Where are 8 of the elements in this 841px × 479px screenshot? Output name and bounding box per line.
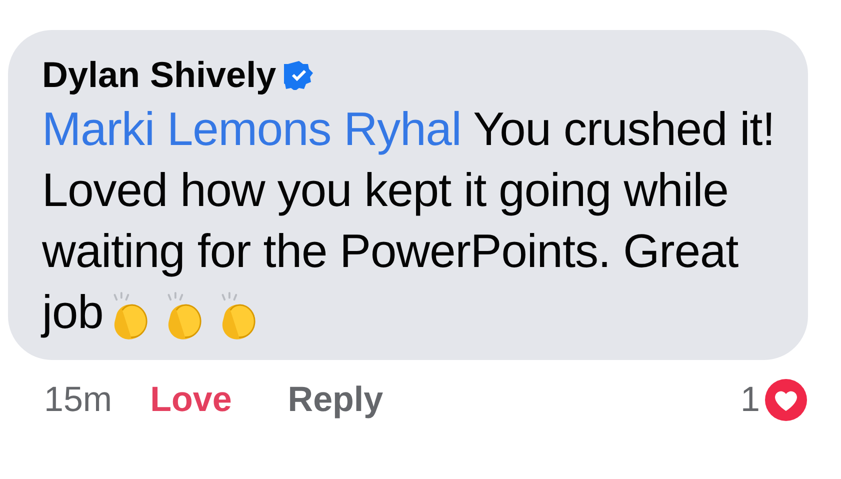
comment-text: Marki Lemons Ryhal You crushed it! Loved how you kept it going while waiting for the PowerPoints. Great job (42, 98, 782, 342)
reaction-count: 1 (740, 379, 760, 421)
heart-reaction-icon (764, 378, 808, 422)
timestamp: 15m (44, 379, 112, 421)
love-reaction-link[interactable]: Love (150, 374, 232, 426)
reply-link[interactable]: Reply (288, 374, 384, 426)
mention-link[interactable]: Marki Lemons Ryhal (42, 102, 462, 155)
author-name[interactable]: Dylan Shively (42, 52, 276, 98)
